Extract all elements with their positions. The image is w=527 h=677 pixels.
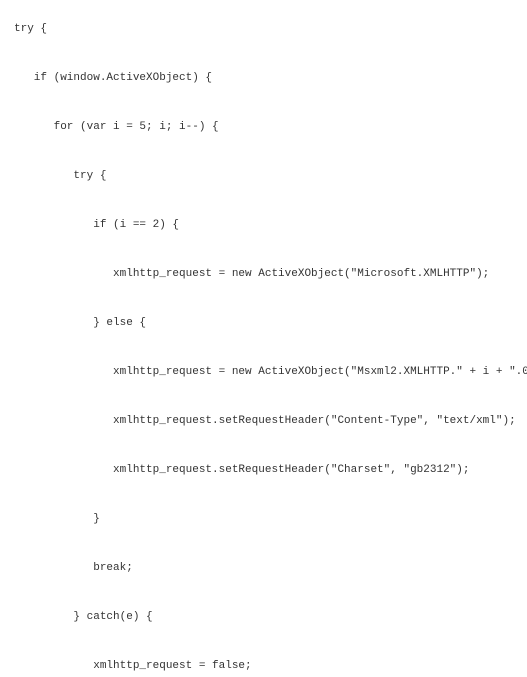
code-line: if (window.ActiveXObject) { — [14, 73, 527, 84]
code-line: xmlhttp_request.setRequestHeader("Conten… — [14, 416, 527, 427]
code-block: try { if (window.ActiveXObject) { for (v… — [0, 0, 527, 677]
code-line: break; — [14, 563, 527, 574]
code-line: } else { — [14, 318, 527, 329]
code-line: xmlhttp_request.setRequestHeader("Charse… — [14, 465, 527, 476]
code-line: } — [14, 514, 527, 525]
code-line: xmlhttp_request = new ActiveXObject("Msx… — [14, 367, 527, 378]
code-line: try { — [14, 24, 527, 35]
code-line: if (i == 2) { — [14, 220, 527, 231]
code-line: xmlhttp_request = false; — [14, 661, 527, 672]
code-line: try { — [14, 171, 527, 182]
code-line: } catch(e) { — [14, 612, 527, 623]
code-line: for (var i = 5; i; i--) { — [14, 122, 527, 133]
code-line: xmlhttp_request = new ActiveXObject("Mic… — [14, 269, 527, 280]
